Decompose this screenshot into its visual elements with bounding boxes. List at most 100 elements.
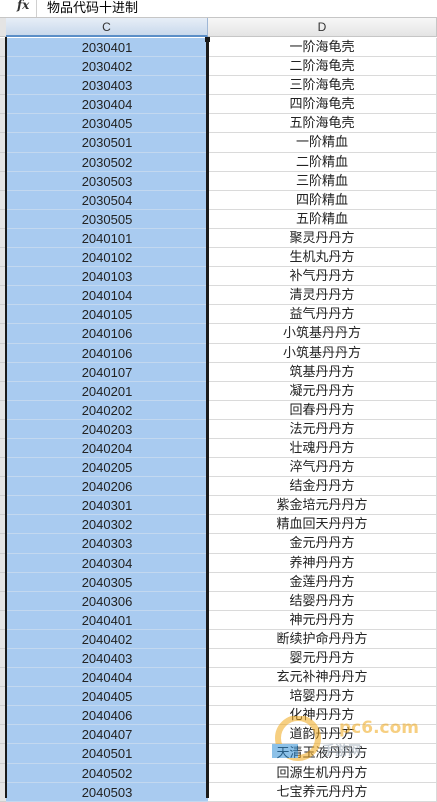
cell-item-code[interactable]: 2040106 (6, 343, 208, 363)
cell-item-name[interactable]: 一阶海龟壳 (208, 38, 437, 58)
fill-handle[interactable] (205, 37, 210, 42)
cell-item-name[interactable]: 金元丹丹方 (208, 534, 437, 554)
cell-item-name[interactable]: 七宝养元丹丹方 (208, 782, 437, 802)
cell-item-name[interactable]: 神元丹丹方 (208, 610, 437, 630)
cell-item-code[interactable]: 2030403 (6, 76, 208, 96)
cell-item-code[interactable]: 2040107 (6, 362, 208, 382)
cell-item-name[interactable]: 筑基丹丹方 (208, 362, 437, 382)
column-header-d[interactable]: D (208, 18, 437, 37)
column-headers: C D (0, 18, 437, 37)
cell-item-name[interactable]: 紫金培元丹丹方 (208, 496, 437, 516)
cell-item-name[interactable]: 四阶海龟壳 (208, 95, 437, 115)
cell-item-code[interactable]: 2040302 (6, 515, 208, 535)
cell-item-code[interactable]: 2040204 (6, 438, 208, 459)
cell-item-name[interactable]: 五阶海龟壳 (208, 114, 437, 134)
table-row: 2040502 回源生机丹丹方 (0, 763, 437, 783)
cell-item-code[interactable]: 2040405 (6, 687, 208, 707)
cell-item-code[interactable]: 2030402 (6, 57, 208, 77)
cell-item-code[interactable]: 2040304 (6, 553, 208, 573)
cell-item-name[interactable]: 补气丹丹方 (208, 267, 437, 287)
cell-item-code[interactable]: 2040206 (6, 477, 208, 497)
cell-item-name[interactable]: 生机丸丹方 (208, 248, 437, 268)
cell-item-code[interactable]: 2030404 (6, 95, 208, 115)
cell-item-code[interactable]: 2040202 (6, 400, 208, 420)
cell-item-name[interactable]: 凝元丹丹方 (208, 381, 437, 401)
table-row: 2040106 小筑基丹丹方 (0, 324, 437, 344)
cell-item-code[interactable]: 2030504 (6, 190, 208, 210)
cell-item-name[interactable]: 淬气丹丹方 (208, 458, 437, 478)
cell-item-name[interactable]: 三阶精血 (208, 171, 437, 191)
cell-item-code[interactable]: 2040401 (6, 610, 208, 630)
cell-item-code[interactable]: 2040404 (6, 668, 208, 688)
cell-item-name[interactable]: 结金丹丹方 (208, 477, 437, 497)
cell-item-code[interactable]: 2030401 (6, 38, 208, 58)
cell-item-code[interactable]: 2040503 (6, 782, 208, 802)
cell-item-code[interactable]: 2040501 (6, 744, 208, 764)
cell-item-name[interactable]: 结婴丹丹方 (208, 591, 437, 611)
table-row: 2040107 筑基丹丹方 (0, 362, 437, 382)
cell-item-name[interactable]: 养神丹丹方 (208, 553, 437, 573)
cell-item-code[interactable]: 2040106 (6, 324, 208, 344)
cell-item-name[interactable]: 回源生机丹丹方 (208, 763, 437, 783)
table-row: 2040206 结金丹丹方 (0, 477, 437, 497)
cell-item-name[interactable]: 小筑基丹丹方 (208, 343, 437, 363)
cell-item-name[interactable]: 婴元丹丹方 (208, 649, 437, 669)
cell-item-code[interactable]: 2040402 (6, 629, 208, 649)
cell-item-name[interactable]: 法元丹丹方 (208, 419, 437, 439)
cell-item-name[interactable]: 壮魂丹丹方 (208, 438, 437, 459)
cell-item-code[interactable]: 2040306 (6, 591, 208, 611)
table-row: 2040405 培婴丹丹方 (0, 687, 437, 707)
cell-item-code[interactable]: 2030501 (6, 133, 208, 153)
cell-item-code[interactable]: 2040101 (6, 228, 208, 249)
table-row: 2040503 七宝养元丹丹方 (0, 782, 437, 802)
cell-item-name[interactable]: 天清玉液丹丹方 (208, 744, 437, 764)
cell-item-name[interactable]: 金莲丹丹方 (208, 572, 437, 592)
cell-item-name[interactable]: 二阶海龟壳 (208, 57, 437, 77)
cell-item-code[interactable]: 2040305 (6, 572, 208, 592)
table-row: 2040201 凝元丹丹方 (0, 381, 437, 401)
cell-item-code[interactable]: 2030503 (6, 171, 208, 191)
cell-item-name[interactable]: 清灵丹丹方 (208, 286, 437, 306)
cell-item-name[interactable]: 三阶海龟壳 (208, 76, 437, 96)
cell-item-code[interactable]: 2040203 (6, 419, 208, 439)
cell-item-code[interactable]: 2040406 (6, 706, 208, 726)
table-row: 2030503 三阶精血 (0, 171, 437, 191)
cell-item-code[interactable]: 2030405 (6, 114, 208, 134)
cell-item-code[interactable]: 2040303 (6, 534, 208, 554)
cell-item-name[interactable]: 回春丹丹方 (208, 400, 437, 420)
table-row: 2040402 断续护命丹丹方 (0, 629, 437, 649)
table-row: 2030401 一阶海龟壳 (0, 38, 437, 58)
cell-item-name[interactable]: 二阶精血 (208, 152, 437, 172)
column-header-c[interactable]: C (6, 18, 208, 37)
cell-item-name[interactable]: 培婴丹丹方 (208, 687, 437, 707)
cell-item-code[interactable]: 2040205 (6, 458, 208, 478)
cell-item-code[interactable]: 2040105 (6, 305, 208, 325)
cell-item-code[interactable]: 2040407 (6, 725, 208, 745)
cell-item-code[interactable]: 2040403 (6, 649, 208, 669)
cell-item-name[interactable]: 小筑基丹丹方 (208, 324, 437, 344)
cell-item-name[interactable]: 四阶精血 (208, 190, 437, 210)
cell-item-code[interactable]: 2040502 (6, 763, 208, 783)
function-icon[interactable]: fx (17, 0, 29, 12)
cell-item-name[interactable]: 断续护命丹丹方 (208, 629, 437, 649)
cell-item-code[interactable]: 2040102 (6, 248, 208, 268)
cell-item-name[interactable]: 化神丹丹方 (208, 706, 437, 726)
cell-item-code[interactable]: 2040103 (6, 267, 208, 287)
table-row: 2040302 精血回天丹丹方 (0, 515, 437, 535)
cell-item-name[interactable]: 玄元补神丹丹方 (208, 668, 437, 688)
formula-input[interactable]: 物品代码十进制 (47, 0, 138, 16)
cell-item-code[interactable]: 2040104 (6, 286, 208, 306)
table-row: 2040407 道韵丹丹方 (0, 725, 437, 745)
cell-item-code[interactable]: 2030505 (6, 209, 208, 229)
cell-item-name[interactable]: 精血回天丹丹方 (208, 515, 437, 535)
cell-item-name[interactable]: 五阶精血 (208, 209, 437, 229)
table-row: 2030501 一阶精血 (0, 133, 437, 153)
cell-item-name[interactable]: 益气丹丹方 (208, 305, 437, 325)
cell-item-name[interactable]: 聚灵丹丹方 (208, 228, 437, 249)
cell-item-name[interactable]: 道韵丹丹方 (208, 725, 437, 745)
selection-border-right (206, 37, 209, 798)
cell-item-code[interactable]: 2040301 (6, 496, 208, 516)
cell-item-code[interactable]: 2040201 (6, 381, 208, 401)
cell-item-name[interactable]: 一阶精血 (208, 133, 437, 153)
cell-item-code[interactable]: 2030502 (6, 152, 208, 172)
